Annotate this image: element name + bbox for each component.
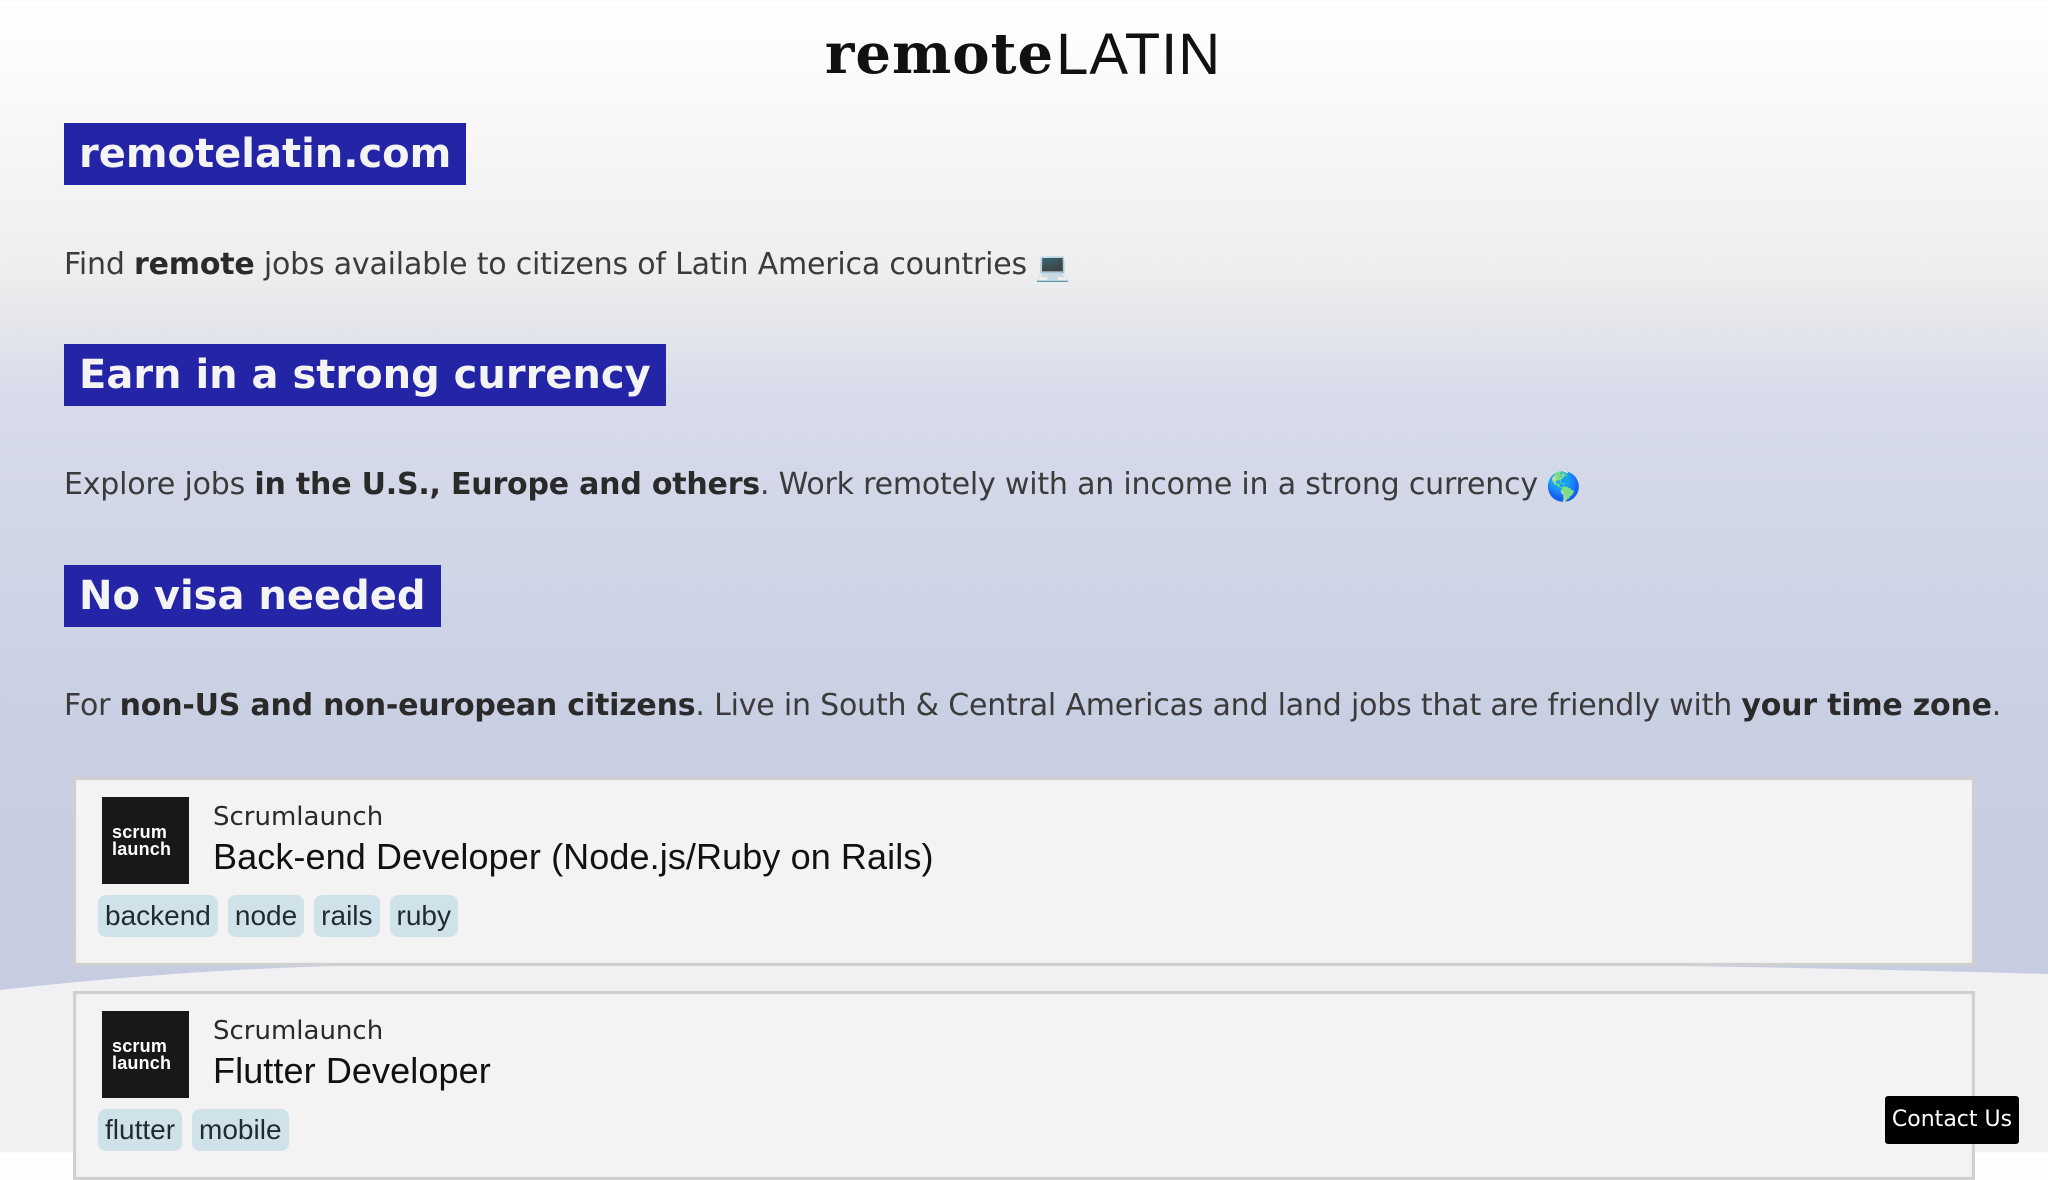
heading-no-visa: No visa needed — [64, 565, 441, 627]
company-logo-line-2: launch — [112, 839, 172, 859]
paragraph-visa: For non-US and non-european citizens. Li… — [64, 686, 2001, 726]
heading-strong-currency: Earn in a strong currency — [64, 344, 666, 406]
job-company-name: Scrumlaunch — [213, 802, 384, 832]
company-logo: scrum launch — [102, 1011, 189, 1098]
contact-us-button[interactable]: Contact Us — [1885, 1096, 2019, 1144]
logo-text-latin: LATIN — [1056, 21, 1222, 87]
paragraph-intro-bold: remote — [134, 247, 255, 282]
globe-icon: 🌎 — [1545, 470, 1581, 503]
job-tags: backend node rails ruby — [98, 895, 458, 937]
tag-node[interactable]: node — [227, 895, 305, 937]
tag-backend[interactable]: backend — [98, 895, 218, 937]
landing-page: remote LATIN remotelatin.com Find remote… — [0, 0, 2048, 1180]
tag-flutter[interactable]: flutter — [98, 1109, 183, 1151]
paragraph-visa-text-middle: . Live in South & Central Americas and l… — [695, 688, 1742, 723]
paragraph-currency-text-before: Explore jobs — [64, 467, 255, 502]
logo-text-remote: remote — [824, 21, 1055, 87]
tag-mobile[interactable]: mobile — [192, 1109, 289, 1151]
paragraph-visa-text-end: . — [1991, 688, 2002, 723]
company-logo-line-2: launch — [112, 1053, 172, 1073]
company-logo: scrum launch — [102, 797, 189, 884]
job-title[interactable]: Flutter Developer — [213, 1049, 491, 1093]
paragraph-currency-bold: in the U.S., Europe and others — [254, 467, 760, 502]
tag-rails[interactable]: rails — [314, 895, 380, 937]
paragraph-intro: Find remote jobs available to citizens o… — [64, 245, 1964, 287]
job-company-name: Scrumlaunch — [213, 1016, 384, 1046]
paragraph-visa-bold-2: your time zone — [1741, 688, 1992, 723]
laptop-icon: 💻 — [1034, 250, 1070, 283]
site-logo[interactable]: remote LATIN — [825, 18, 1220, 90]
paragraph-visa-text-before: For — [64, 688, 120, 723]
paragraph-intro-text-after: jobs available to citizens of Latin Amer… — [254, 247, 1027, 282]
job-card-backend-developer[interactable]: scrum launch Scrumlaunch Back-end Develo… — [73, 777, 1975, 966]
heading-site-name: remotelatin.com — [64, 123, 467, 185]
paragraph-visa-bold-1: non-US and non-european citizens — [119, 688, 696, 723]
job-title[interactable]: Back-end Developer (Node.js/Ruby on Rail… — [213, 835, 934, 879]
tag-ruby[interactable]: ruby — [389, 895, 458, 937]
job-tags: flutter mobile — [98, 1109, 289, 1151]
paragraph-currency: Explore jobs in the U.S., Europe and oth… — [64, 465, 1964, 507]
paragraph-currency-text-after: . Work remotely with an income in a stro… — [759, 467, 1538, 502]
paragraph-intro-text-before: Find — [64, 247, 135, 282]
